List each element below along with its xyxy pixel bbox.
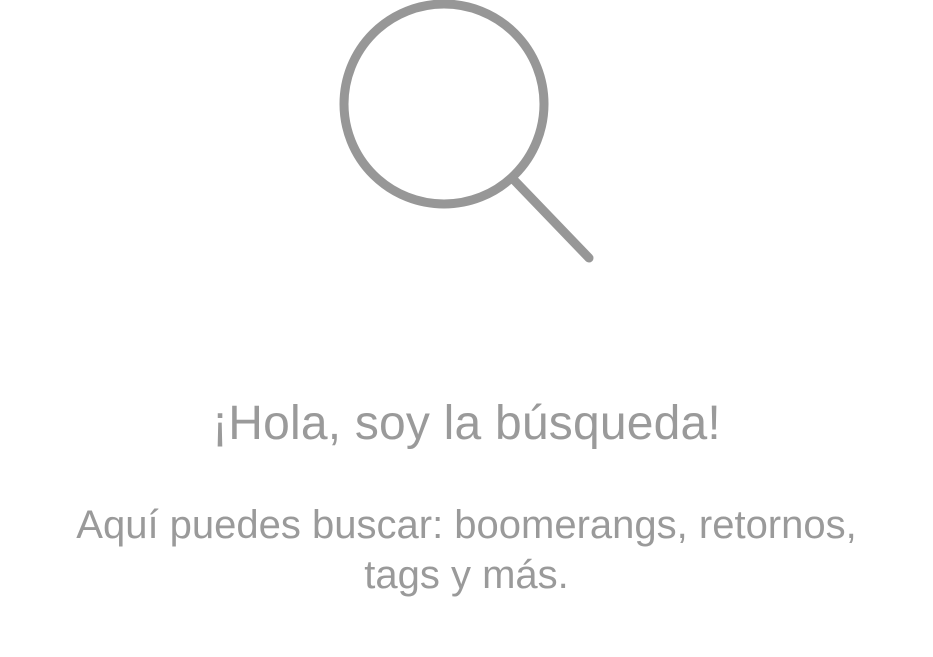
empty-state-subtitle: Aquí puedes buscar: boomerangs, retornos…	[76, 503, 857, 597]
search-icon	[339, 0, 594, 263]
search-empty-state: ¡Hola, soy la búsqueda! Aquí puedes busc…	[0, 0, 933, 657]
empty-state-title: ¡Hola, soy la búsqueda!	[212, 397, 721, 450]
